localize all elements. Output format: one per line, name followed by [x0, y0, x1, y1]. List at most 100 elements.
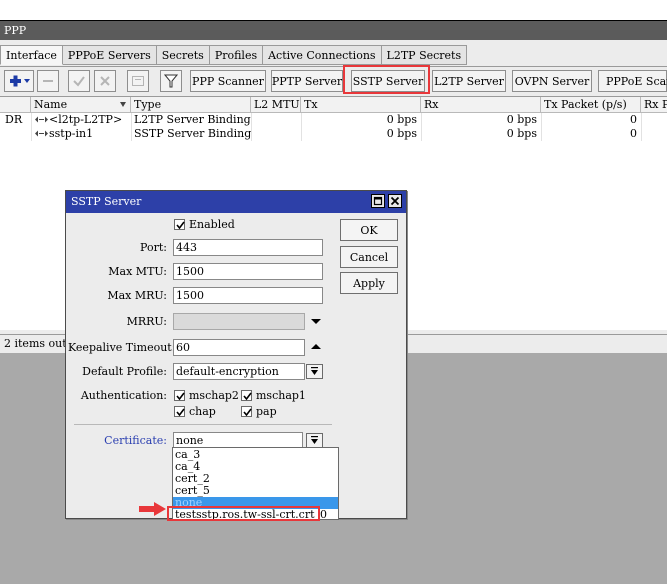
column-header-type[interactable]: Type [131, 97, 251, 113]
filter-button[interactable] [160, 70, 182, 92]
restore-icon [373, 196, 383, 206]
check-icon [176, 408, 185, 417]
check-icon [243, 408, 252, 417]
sstp-server-button[interactable]: SSTP Server [351, 70, 425, 92]
column-header-l2mtu[interactable]: L2 MTU [251, 97, 301, 113]
table-row[interactable]: sstp-in1 SSTP Server Binding 0 bps 0 bps… [0, 127, 667, 141]
tab-secrets[interactable]: Secrets [156, 45, 210, 65]
column-header-tx-packet[interactable]: Tx Packet (p/s) [541, 97, 641, 113]
dropdown-arrow-icon [311, 367, 318, 375]
enabled-checkbox[interactable] [174, 219, 185, 230]
tab-active-connections[interactable]: Active Connections [263, 45, 382, 65]
comment-icon [132, 76, 144, 86]
tab-pppoe-servers[interactable]: PPPoE Servers [62, 45, 157, 65]
column-header-name-label: Name [34, 98, 68, 111]
mrru-label: MRRU: [126, 315, 167, 328]
ok-button[interactable]: OK [340, 219, 398, 241]
close-icon [390, 196, 400, 206]
row-tx: 0 bps [386, 127, 417, 140]
column-header-rx[interactable]: Rx [421, 97, 541, 113]
keepalive-field[interactable]: 60 [173, 339, 305, 356]
toolbar: PPP Scanner PPTP Server SSTP Server L2TP… [0, 66, 667, 92]
sort-icon [120, 102, 126, 107]
row-l2mtu [251, 113, 301, 127]
pptp-server-button[interactable]: PPTP Server [271, 70, 343, 92]
certificate-dropdown-button[interactable] [306, 433, 323, 448]
row-tx-packet: 0 [630, 127, 637, 140]
down-triangle-icon [311, 319, 321, 324]
check-icon [243, 392, 252, 401]
port-label: Port: [140, 241, 167, 254]
max-mtu-field[interactable]: 1500 [173, 263, 323, 280]
row-l2mtu [251, 127, 301, 141]
window-title: PPP [0, 21, 667, 40]
section-divider [74, 424, 332, 425]
check-icon [176, 221, 185, 230]
ovpn-server-button[interactable]: OVPN Server [512, 70, 592, 92]
mrru-field[interactable] [173, 313, 305, 330]
pppoe-scan-button[interactable]: PPPoE Scan [598, 70, 667, 92]
chap-checkbox[interactable] [174, 406, 185, 417]
mschap1-checkbox[interactable] [241, 390, 252, 401]
enabled-label: Enabled [189, 218, 235, 231]
column-header-tx[interactable]: Tx [301, 97, 421, 113]
l2tp-server-button[interactable]: L2TP Server [432, 70, 506, 92]
certificate-label: Certificate: [104, 434, 167, 447]
authentication-label: Authentication: [80, 389, 167, 402]
restore-button[interactable] [371, 194, 385, 208]
row-rx-packet [641, 113, 667, 127]
max-mtu-label: Max MTU: [108, 265, 167, 278]
apply-button[interactable]: Apply [340, 272, 398, 294]
up-triangle-icon [311, 344, 321, 349]
red-arrow-icon [139, 502, 166, 516]
tab-profiles[interactable]: Profiles [209, 45, 264, 65]
pap-checkbox[interactable] [241, 406, 252, 417]
interface-icon [35, 130, 48, 137]
comment-button[interactable] [127, 70, 149, 92]
row-flags: DR [5, 113, 23, 126]
default-profile-label: Default Profile: [82, 365, 167, 378]
table-row[interactable]: DR <l2tp-L2TP> L2TP Server Binding 0 bps… [0, 113, 667, 127]
mschap2-label: mschap2 [189, 389, 239, 402]
add-button[interactable] [4, 70, 34, 92]
dropdown-option[interactable]: testsstp.ros.tw-ssl-crt.crt_0 [173, 509, 338, 521]
tab-l2tp-secrets[interactable]: L2TP Secrets [381, 45, 468, 65]
top-strip [0, 0, 667, 20]
disable-button[interactable] [94, 70, 116, 92]
default-profile-select[interactable]: default-encryption [173, 363, 305, 380]
profile-dropdown-button[interactable] [306, 364, 323, 379]
tab-interface[interactable]: Interface [0, 45, 63, 65]
dropdown-arrow-icon [311, 436, 318, 444]
remove-icon [43, 80, 53, 82]
mrru-toggle[interactable] [308, 313, 324, 330]
row-rx: 0 bps [506, 127, 537, 140]
mschap2-checkbox[interactable] [174, 390, 185, 401]
column-header-rx-packet[interactable]: Rx P [641, 97, 667, 113]
add-icon [10, 75, 30, 87]
row-name: <l2tp-L2TP> [31, 113, 131, 127]
tab-bar: Interface PPPoE Servers Secrets Profiles… [0, 45, 468, 65]
enable-button[interactable] [68, 70, 90, 92]
row-type: SSTP Server Binding [134, 127, 251, 140]
check-icon [176, 392, 185, 401]
row-tx: 0 bps [386, 113, 417, 126]
row-name-text: <l2tp-L2TP> [49, 113, 123, 126]
enable-icon [73, 76, 85, 87]
keepalive-label: Keepalive Timeout: [68, 341, 176, 354]
ppp-scanner-button[interactable]: PPP Scanner [190, 70, 266, 92]
cancel-button[interactable]: Cancel [340, 246, 398, 268]
mschap1-label: mschap1 [256, 389, 306, 402]
column-header-name[interactable]: Name [31, 97, 131, 113]
dialog-title: SSTP Server [66, 191, 406, 213]
remove-button[interactable] [37, 70, 59, 92]
row-flags [2, 127, 31, 141]
row-type: L2TP Server Binding [134, 113, 251, 126]
column-header-flags[interactable] [0, 97, 31, 113]
row-rx: 0 bps [506, 113, 537, 126]
max-mru-label: Max MRU: [107, 289, 167, 302]
max-mru-field[interactable]: 1500 [173, 287, 323, 304]
interface-icon [35, 116, 48, 123]
port-field[interactable]: 443 [173, 239, 323, 256]
keepalive-toggle[interactable] [308, 339, 324, 356]
close-button[interactable] [388, 194, 402, 208]
